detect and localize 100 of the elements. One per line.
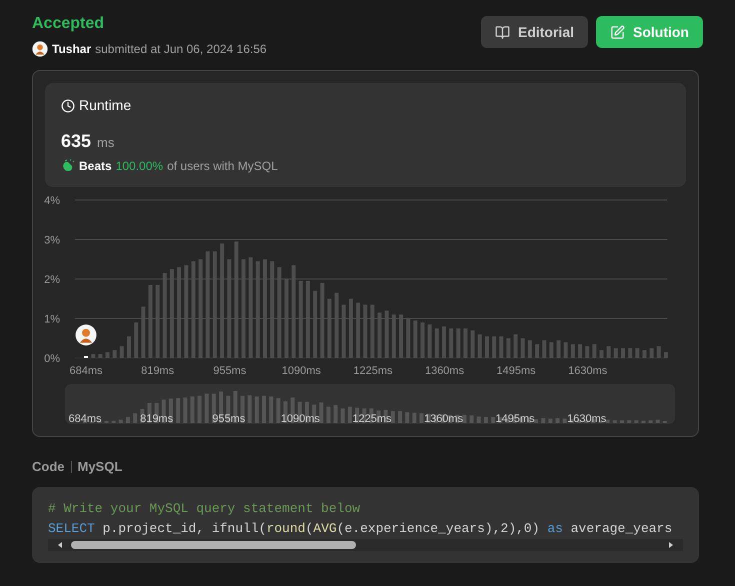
- chart-bar[interactable]: [428, 324, 432, 358]
- chart-bar[interactable]: [478, 334, 482, 358]
- chart-bar[interactable]: [256, 261, 260, 358]
- chart-bar[interactable]: [449, 328, 454, 358]
- chart-bar[interactable]: [456, 328, 460, 358]
- chart-bar[interactable]: [170, 269, 174, 358]
- chart-bar[interactable]: [313, 290, 318, 358]
- chart-bar[interactable]: [370, 304, 374, 358]
- chart-bar[interactable]: [220, 243, 224, 358]
- chart-bar[interactable]: [492, 336, 496, 358]
- chart-bar[interactable]: [212, 251, 217, 358]
- language-label: MySQL: [78, 458, 122, 476]
- chart-bar[interactable]: [198, 259, 203, 358]
- chart-bar[interactable]: [141, 306, 146, 358]
- chart-bar[interactable]: [585, 346, 590, 358]
- chart-bar[interactable]: [284, 279, 288, 358]
- runtime-value: 635: [61, 130, 92, 153]
- chart-bar[interactable]: [528, 340, 532, 358]
- navigator-label: 1360ms: [424, 413, 464, 424]
- chart-bar[interactable]: [156, 284, 160, 358]
- chart-bar[interactable]: [600, 350, 604, 358]
- chart-bar[interactable]: [635, 348, 640, 358]
- chart-bar[interactable]: [342, 304, 346, 358]
- chart-bar[interactable]: [234, 241, 238, 358]
- chart-bar[interactable]: [334, 292, 339, 358]
- chart-bar[interactable]: [614, 348, 618, 358]
- chart-bar[interactable]: [91, 354, 96, 358]
- chart-bar[interactable]: [177, 267, 182, 358]
- chart-bar[interactable]: [434, 328, 439, 358]
- chart-bar[interactable]: [277, 267, 282, 358]
- y-axis-label: 4%: [44, 195, 60, 207]
- chart-bar[interactable]: [442, 326, 446, 358]
- chart-bar[interactable]: [320, 282, 324, 358]
- chart-bar[interactable]: [227, 259, 232, 358]
- chart-bar[interactable]: [292, 265, 296, 358]
- submission-time: submitted at Jun 06, 2024 16:56: [95, 41, 267, 58]
- clapping-hands-icon: [61, 159, 75, 173]
- chart-bar[interactable]: [298, 280, 303, 358]
- chart-bar[interactable]: [392, 314, 396, 358]
- chart-bar[interactable]: [126, 336, 131, 358]
- chart-bar[interactable]: [642, 350, 646, 358]
- chart-bar[interactable]: [606, 346, 611, 358]
- chart-bar[interactable]: [664, 352, 668, 358]
- chart-bar[interactable]: [514, 334, 518, 358]
- chart-bar[interactable]: [112, 350, 117, 358]
- chart-bar[interactable]: [184, 265, 188, 358]
- chart-bar[interactable]: [484, 336, 489, 358]
- chart-bar[interactable]: [650, 348, 654, 358]
- chart-bar[interactable]: [499, 336, 504, 358]
- chart-bar[interactable]: [263, 259, 267, 358]
- chart-bar[interactable]: [378, 312, 382, 358]
- chart-bar[interactable]: [105, 352, 110, 358]
- chart-bar[interactable]: [592, 344, 596, 358]
- chart-bar[interactable]: [535, 344, 540, 358]
- chart-bar[interactable]: [621, 348, 625, 358]
- editorial-button[interactable]: Editorial: [480, 16, 588, 48]
- chart-bar[interactable]: [162, 273, 167, 358]
- chart-bar[interactable]: [463, 328, 468, 358]
- chart-bar[interactable]: [578, 344, 582, 358]
- chart-bar[interactable]: [656, 346, 661, 358]
- chart-bar[interactable]: [191, 261, 196, 358]
- chart-bar[interactable]: [564, 342, 568, 358]
- chart-bar[interactable]: [542, 340, 546, 358]
- navigator-label: 684ms: [68, 413, 102, 424]
- chart-bar[interactable]: [406, 318, 410, 358]
- chart-bar[interactable]: [413, 320, 418, 358]
- chart-bar[interactable]: [98, 354, 102, 358]
- chart-bar[interactable]: [363, 304, 368, 358]
- chart-bar[interactable]: [470, 330, 475, 358]
- chart-bar[interactable]: [242, 259, 246, 358]
- navigator-label: 1495ms: [496, 413, 535, 424]
- chart-bar[interactable]: [570, 344, 575, 358]
- chart-bar[interactable]: [356, 302, 360, 358]
- chart-bar[interactable]: [399, 314, 404, 358]
- runtime-unit: ms: [97, 134, 114, 152]
- horizontal-scrollbar[interactable]: [48, 538, 683, 550]
- chart-bar[interactable]: [420, 322, 425, 358]
- chart-bar[interactable]: [549, 342, 554, 358]
- chart-bar[interactable]: [306, 280, 310, 358]
- chart-bar[interactable]: [206, 251, 210, 358]
- y-axis-label: 1%: [44, 314, 60, 326]
- chart-bar[interactable]: [556, 340, 561, 358]
- beats-label: Beats: [79, 158, 112, 175]
- x-axis-label: 955ms: [213, 365, 246, 377]
- chart-bar[interactable]: [384, 310, 389, 358]
- chart-bar[interactable]: [248, 257, 253, 358]
- x-axis-label: 1090ms: [282, 365, 321, 377]
- chart-bar[interactable]: [120, 346, 124, 358]
- navigator-label: 1090ms: [280, 413, 320, 424]
- navigator-label: 1630ms: [567, 413, 606, 424]
- chart-bar[interactable]: [270, 261, 274, 358]
- chart-bar[interactable]: [520, 338, 525, 358]
- user-name[interactable]: Tushar: [52, 40, 92, 58]
- chart-bar[interactable]: [148, 284, 152, 358]
- chart-bar[interactable]: [506, 338, 510, 358]
- chart-bar[interactable]: [628, 348, 632, 358]
- chart-bar[interactable]: [327, 298, 332, 358]
- chart-bar[interactable]: [134, 322, 138, 358]
- chart-bar[interactable]: [348, 298, 353, 358]
- beats-percentage: 100.00%: [116, 158, 164, 175]
